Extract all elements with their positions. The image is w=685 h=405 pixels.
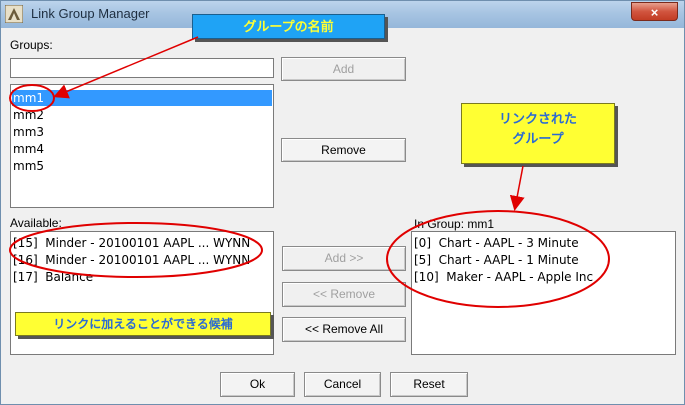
highlight-ellipse <box>9 84 55 112</box>
arrow <box>53 36 199 99</box>
annotation-overlay <box>9 36 610 308</box>
arrow <box>509 165 525 211</box>
highlight-ellipse <box>386 210 610 308</box>
link-group-manager-window: Link Group Manager × Groups: Add mm1 mm2… <box>0 0 685 405</box>
highlight-ellipse <box>9 222 263 278</box>
